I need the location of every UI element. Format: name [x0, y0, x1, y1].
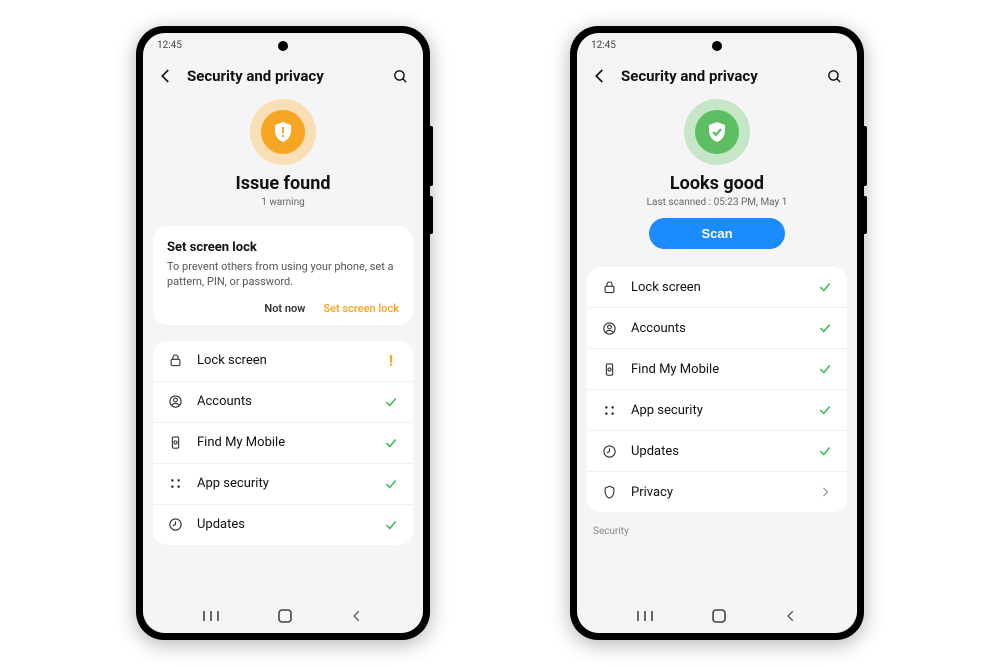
status-subtitle: Last scanned : 05:23 PM, May 1 [577, 197, 857, 208]
list-item-label: Lock screen [631, 280, 803, 295]
list-item-label: Lock screen [197, 353, 369, 368]
page-header: Security and privacy [143, 57, 423, 93]
list-item-label: App security [631, 403, 803, 418]
home-icon[interactable] [711, 608, 727, 624]
apps-icon [601, 402, 617, 418]
security-list: Lock screen Accounts Find My Mobile App … [587, 267, 847, 512]
back-nav-icon[interactable] [784, 609, 798, 623]
list-row-lock-screen[interactable]: Lock screen [587, 267, 847, 308]
list-row-privacy[interactable]: Privacy [587, 472, 847, 512]
nav-bar [577, 599, 857, 633]
chevron-right-icon [817, 484, 833, 500]
status-hero: Issue found 1 warning [143, 93, 423, 216]
search-icon[interactable] [826, 68, 843, 85]
search-icon[interactable] [392, 68, 409, 85]
shield-warning-icon [261, 110, 305, 154]
privacy-icon [601, 484, 617, 500]
phone-side-button [864, 126, 867, 186]
list-row-accounts[interactable]: Accounts [587, 308, 847, 349]
status-icon-ring [684, 99, 750, 165]
phone-side-button [864, 196, 867, 234]
list-item-label: Find My Mobile [631, 362, 803, 377]
list-row-app-security[interactable]: App security [153, 464, 413, 505]
list-item-label: App security [197, 476, 369, 491]
nav-bar [143, 599, 423, 633]
phone-frame-left: 12:45 Security and privacy Issue found 1… [136, 26, 430, 640]
phone-side-button [430, 126, 433, 186]
status-title: Looks good [577, 173, 857, 194]
find-mobile-icon [601, 361, 617, 377]
section-header: Security [587, 522, 847, 541]
check-icon [817, 361, 833, 377]
check-icon [817, 402, 833, 418]
list-item-label: Privacy [631, 485, 803, 500]
status-time: 12:45 [157, 40, 182, 51]
status-title: Issue found [143, 173, 423, 194]
prompt-body: To prevent others from using your phone,… [167, 259, 399, 290]
status-subtitle: 1 warning [143, 197, 423, 208]
check-icon [383, 435, 399, 451]
warning-icon: ! [383, 353, 399, 369]
scan-button[interactable]: Scan [649, 218, 784, 249]
set-screen-lock-button[interactable]: Set screen lock [323, 302, 399, 315]
not-now-button[interactable]: Not now [264, 302, 305, 315]
page-header: Security and privacy [577, 57, 857, 93]
back-icon[interactable] [157, 67, 175, 85]
back-icon[interactable] [591, 67, 609, 85]
camera-hole [278, 41, 288, 51]
recents-icon[interactable] [202, 609, 220, 623]
apps-icon [167, 476, 183, 492]
check-icon [817, 443, 833, 459]
list-row-updates[interactable]: Updates [587, 431, 847, 472]
account-icon [601, 320, 617, 336]
list-item-label: Updates [631, 444, 803, 459]
prompt-title: Set screen lock [167, 240, 399, 255]
check-icon [383, 394, 399, 410]
check-icon [383, 517, 399, 533]
list-row-accounts[interactable]: Accounts [153, 382, 413, 423]
check-icon [817, 279, 833, 295]
page-title: Security and privacy [187, 67, 380, 85]
list-item-label: Accounts [197, 394, 369, 409]
check-icon [817, 320, 833, 336]
status-icon-ring [250, 99, 316, 165]
back-nav-icon[interactable] [350, 609, 364, 623]
update-icon [601, 443, 617, 459]
prompt-card: Set screen lock To prevent others from u… [153, 226, 413, 325]
list-row-find-my-mobile[interactable]: Find My Mobile [153, 423, 413, 464]
page-title: Security and privacy [621, 67, 814, 85]
lock-icon [601, 279, 617, 295]
lock-icon [167, 353, 183, 369]
list-row-lock-screen[interactable]: Lock screen ! [153, 341, 413, 382]
check-icon [383, 476, 399, 492]
list-row-app-security[interactable]: App security [587, 390, 847, 431]
recents-icon[interactable] [636, 609, 654, 623]
list-item-label: Accounts [631, 321, 803, 336]
status-hero: Looks good Last scanned : 05:23 PM, May … [577, 93, 857, 257]
home-icon[interactable] [277, 608, 293, 624]
shield-check-icon [695, 110, 739, 154]
status-time: 12:45 [591, 40, 616, 51]
security-list: Lock screen ! Accounts Find My Mobile Ap… [153, 341, 413, 545]
list-row-find-my-mobile[interactable]: Find My Mobile [587, 349, 847, 390]
list-row-updates[interactable]: Updates [153, 505, 413, 545]
list-item-label: Find My Mobile [197, 435, 369, 450]
list-item-label: Updates [197, 517, 369, 532]
account-icon [167, 394, 183, 410]
phone-side-button [430, 196, 433, 234]
update-icon [167, 517, 183, 533]
camera-hole [712, 41, 722, 51]
phone-frame-right: 12:45 Security and privacy Looks good La… [570, 26, 864, 640]
find-mobile-icon [167, 435, 183, 451]
